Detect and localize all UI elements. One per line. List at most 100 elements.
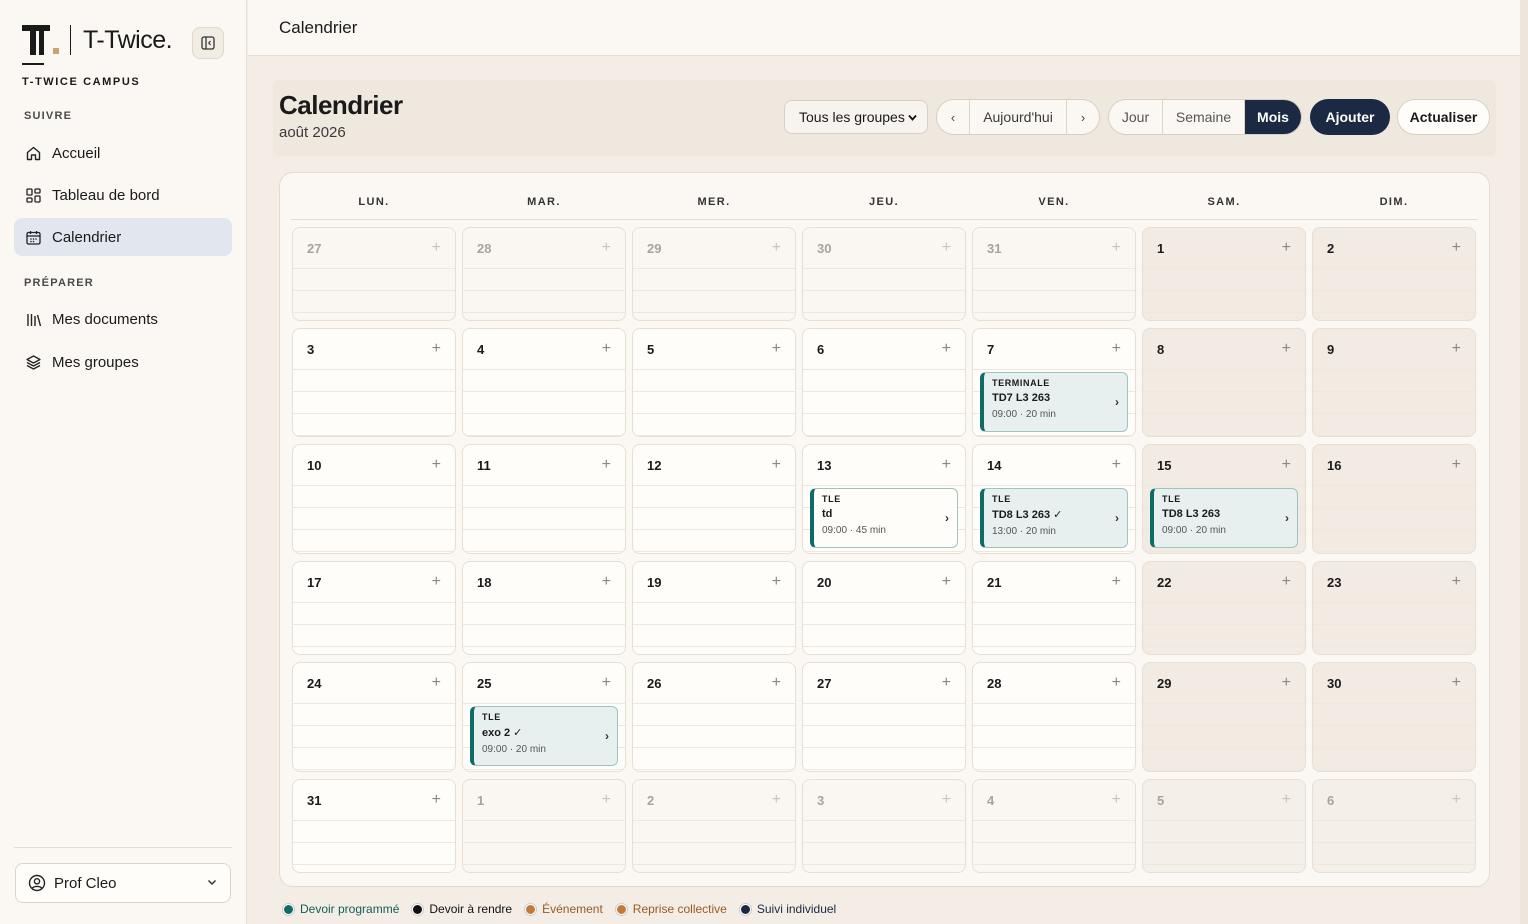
add-event-icon[interactable]: + [602,340,611,358]
calendar-event[interactable]: TERMINALE TD7 L3 263 09:00 · 20 min › [980,372,1128,432]
add-event-icon[interactable]: + [1452,340,1461,358]
day-cell[interactable]: 19 + [632,561,796,655]
add-event-icon[interactable]: + [602,674,611,692]
day-cell[interactable]: 24 + [292,662,456,772]
add-event-icon[interactable]: + [1452,239,1461,257]
add-event-icon[interactable]: + [942,674,951,692]
add-event-icon[interactable]: + [1112,456,1121,474]
day-cell[interactable]: 10 + [292,444,456,554]
add-event-icon[interactable]: + [942,239,951,257]
add-event-icon[interactable]: + [1112,340,1121,358]
add-event-icon[interactable]: + [1282,573,1291,591]
add-event-icon[interactable]: + [1452,791,1461,809]
day-cell[interactable]: 7 + TERMINALE TD7 L3 263 09:00 · 20 min › [972,328,1136,437]
day-cell[interactable]: 29 + [1142,662,1306,772]
day-cell[interactable]: 13 + TLE td 09:00 · 45 min › [802,444,966,554]
add-event-icon[interactable]: + [1112,674,1121,692]
add-event-icon[interactable]: + [1282,674,1291,692]
day-cell[interactable]: 25 + TLE exo 2 ✓ 09:00 · 20 min › [462,662,626,772]
day-cell[interactable]: 6 + [1312,779,1476,873]
add-event-icon[interactable]: + [942,456,951,474]
day-cell[interactable]: 20 + [802,561,966,655]
day-cell[interactable]: 17 + [292,561,456,655]
view-week-button[interactable]: Semaine [1163,100,1245,134]
day-cell[interactable]: 26 + [632,662,796,772]
brand-logo[interactable]: T-Twice. [22,24,173,56]
add-event-icon[interactable]: + [1282,239,1291,257]
sidebar-item-mes-documents[interactable]: Mes documents [14,300,232,338]
previous-month-button[interactable]: ‹ [937,100,969,134]
add-event-icon[interactable]: + [1282,340,1291,358]
add-event-icon[interactable]: + [942,791,951,809]
next-month-button[interactable]: › [1067,100,1099,134]
day-cell[interactable]: 29 + [632,227,796,321]
day-cell[interactable]: 15 + TLE TD8 L3 263 09:00 · 20 min › [1142,444,1306,554]
day-cell[interactable]: 1 + [1142,227,1306,321]
add-event-icon[interactable]: + [772,340,781,358]
day-cell[interactable]: 14 + TLE TD8 L3 263 ✓ 13:00 · 20 min › [972,444,1136,554]
add-event-icon[interactable]: + [772,239,781,257]
day-cell[interactable]: 3 + [292,328,456,437]
add-button[interactable]: Ajouter [1310,99,1390,135]
add-event-icon[interactable]: + [772,674,781,692]
day-cell[interactable]: 5 + [1142,779,1306,873]
day-cell[interactable]: 27 + [292,227,456,321]
add-event-icon[interactable]: + [432,456,441,474]
refresh-button[interactable]: Actualiser [1397,99,1490,135]
day-cell[interactable]: 31 + [292,779,456,873]
day-cell[interactable]: 31 + [972,227,1136,321]
day-cell[interactable]: 28 + [462,227,626,321]
day-cell[interactable]: 4 + [972,779,1136,873]
day-cell[interactable]: 27 + [802,662,966,772]
sidebar-item-accueil[interactable]: Accueil [14,134,232,172]
add-event-icon[interactable]: + [942,340,951,358]
add-event-icon[interactable]: + [1452,456,1461,474]
add-event-icon[interactable]: + [772,456,781,474]
day-cell[interactable]: 5 + [632,328,796,437]
today-button[interactable]: Aujourd'hui [969,100,1067,134]
day-cell[interactable]: 22 + [1142,561,1306,655]
add-event-icon[interactable]: + [1452,674,1461,692]
view-day-button[interactable]: Jour [1109,100,1163,134]
day-cell[interactable]: 4 + [462,328,626,437]
day-cell[interactable]: 21 + [972,561,1136,655]
day-cell[interactable]: 6 + [802,328,966,437]
day-cell[interactable]: 8 + [1142,328,1306,437]
day-cell[interactable]: 18 + [462,561,626,655]
add-event-icon[interactable]: + [602,791,611,809]
day-cell[interactable]: 23 + [1312,561,1476,655]
add-event-icon[interactable]: + [602,456,611,474]
day-cell[interactable]: 11 + [462,444,626,554]
day-cell[interactable]: 12 + [632,444,796,554]
add-event-icon[interactable]: + [1112,573,1121,591]
calendar-event[interactable]: TLE exo 2 ✓ 09:00 · 20 min › [470,706,618,766]
day-cell[interactable]: 16 + [1312,444,1476,554]
day-cell[interactable]: 1 + [462,779,626,873]
add-event-icon[interactable]: + [1112,239,1121,257]
add-event-icon[interactable]: + [602,239,611,257]
add-event-icon[interactable]: + [432,573,441,591]
user-menu-button[interactable]: Prof Cleo [15,863,231,903]
sidebar-item-tableau-de-bord[interactable]: Tableau de bord [14,176,232,214]
group-filter-select[interactable]: Tous les groupes [784,100,928,134]
sidebar-item-mes-groupes[interactable]: Mes groupes [14,343,232,381]
day-cell[interactable]: 2 + [1312,227,1476,321]
add-event-icon[interactable]: + [432,791,441,809]
add-event-icon[interactable]: + [602,573,611,591]
add-event-icon[interactable]: + [1112,791,1121,809]
sidebar-collapse-button[interactable] [192,27,224,59]
add-event-icon[interactable]: + [772,573,781,591]
view-month-button[interactable]: Mois [1245,100,1301,134]
day-cell[interactable]: 2 + [632,779,796,873]
add-event-icon[interactable]: + [432,340,441,358]
add-event-icon[interactable]: + [432,239,441,257]
calendar-event[interactable]: TLE TD8 L3 263 ✓ 13:00 · 20 min › [980,488,1128,548]
add-event-icon[interactable]: + [1282,456,1291,474]
sidebar-item-calendrier[interactable]: Calendrier [14,218,232,256]
add-event-icon[interactable]: + [772,791,781,809]
add-event-icon[interactable]: + [432,674,441,692]
day-cell[interactable]: 3 + [802,779,966,873]
calendar-event[interactable]: TLE td 09:00 · 45 min › [810,488,958,548]
add-event-icon[interactable]: + [1282,791,1291,809]
add-event-icon[interactable]: + [942,573,951,591]
